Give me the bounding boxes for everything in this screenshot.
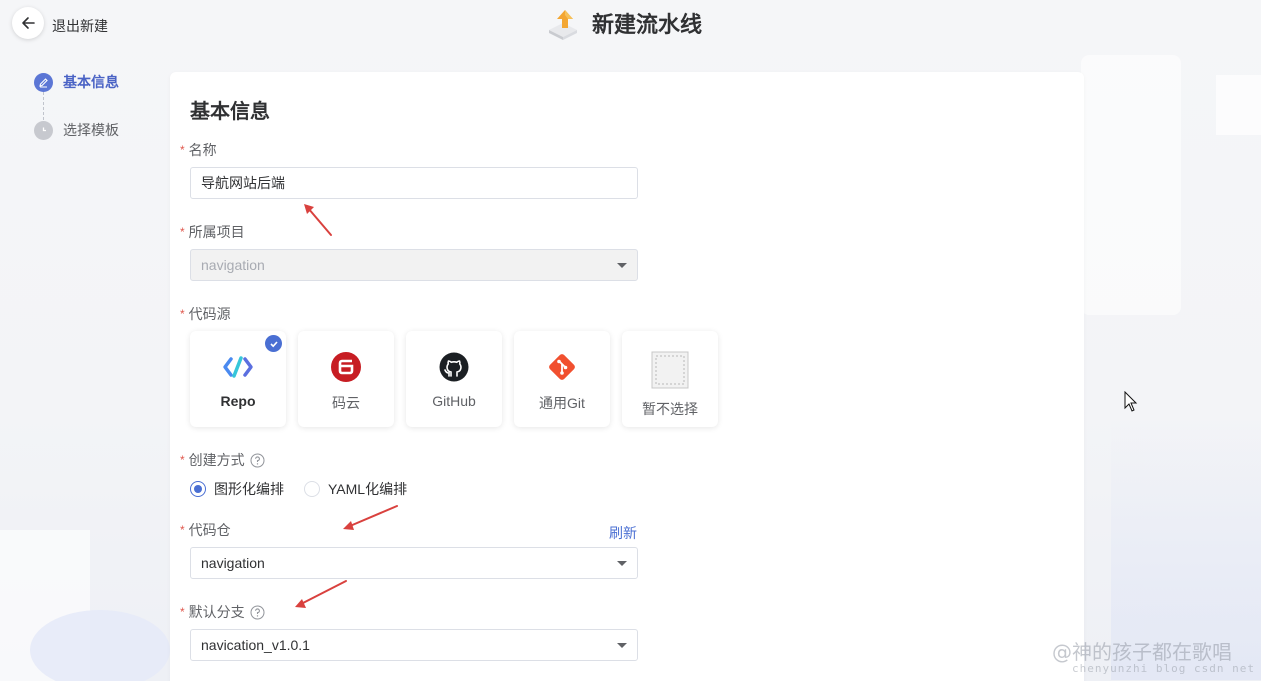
refresh-link[interactable]: 刷新 <box>609 523 637 543</box>
step-label: 选择模板 <box>63 122 119 138</box>
source-option-github[interactable]: GitHub <box>406 331 502 427</box>
background-decoration <box>1081 55 1181 315</box>
gitee-icon <box>331 352 361 382</box>
mouse-cursor-icon <box>1124 391 1138 412</box>
required-mark: * <box>180 605 185 619</box>
form-card: 基本信息 * 名称 导航网站后端 * 所属项目 navigation * 代码源… <box>170 72 1084 681</box>
background-decoration <box>0 530 90 681</box>
steps-nav: 基本信息 选择模板 <box>34 72 119 140</box>
back-button[interactable] <box>12 7 44 39</box>
source-option-none[interactable]: 暂不选择 <box>622 331 718 427</box>
name-input[interactable]: 导航网站后端 <box>190 167 638 199</box>
required-mark: * <box>180 453 185 467</box>
clock-icon <box>34 120 53 140</box>
required-mark: * <box>180 523 185 537</box>
none-icon <box>651 351 689 389</box>
step-basic-info[interactable]: 基本信息 <box>34 72 119 92</box>
step-connector <box>43 92 44 120</box>
back-label[interactable]: 退出新建 <box>52 16 108 36</box>
radio-button[interactable] <box>190 481 206 497</box>
watermark-sub: chenyunzhi blog csdn net <box>1072 662 1255 675</box>
repo-label: * 代码仓 <box>180 522 231 538</box>
section-title: 基本信息 <box>190 101 270 123</box>
project-select[interactable]: navigation <box>190 249 638 281</box>
radio-graphical[interactable]: 图形化编排 <box>190 479 284 499</box>
background-decoration <box>30 610 170 681</box>
branch-select[interactable]: navication_v1.0.1 <box>190 629 638 661</box>
github-icon <box>439 352 469 382</box>
pipeline-logo-icon <box>549 10 577 40</box>
step-label: 基本信息 <box>63 74 119 90</box>
create-mode-label: * 创建方式 <box>180 450 265 470</box>
required-mark: * <box>180 307 185 321</box>
page-title: 新建流水线 <box>592 12 703 37</box>
source-options: Repo 码云 GitHub 通用Git 暂不选择 <box>190 331 718 427</box>
check-icon <box>265 335 282 352</box>
watermark: @神的孩子都在歌唱 <box>1052 640 1232 664</box>
repo-icon <box>223 356 253 378</box>
source-label: * 代码源 <box>180 306 231 322</box>
name-label: * 名称 <box>180 142 217 158</box>
repo-select[interactable]: navigation <box>190 547 638 579</box>
edit-icon <box>34 72 53 92</box>
radio-yaml[interactable]: YAML化编排 <box>304 479 407 499</box>
arrow-left-icon <box>22 17 35 29</box>
radio-button[interactable] <box>304 481 320 497</box>
page-header: 新建流水线 <box>546 6 702 40</box>
step-select-template[interactable]: 选择模板 <box>34 120 119 140</box>
branch-label: * 默认分支 <box>180 602 265 622</box>
create-mode-radio-group: 图形化编排 YAML化编排 <box>190 479 407 499</box>
git-icon <box>549 354 575 380</box>
required-mark: * <box>180 225 185 239</box>
source-option-repo[interactable]: Repo <box>190 331 286 427</box>
caret-down-icon <box>617 642 627 648</box>
background-decoration <box>1216 75 1261 135</box>
project-label: * 所属项目 <box>180 224 245 240</box>
required-mark: * <box>180 143 185 157</box>
caret-down-icon <box>617 560 627 566</box>
help-icon[interactable] <box>250 605 265 620</box>
help-icon[interactable] <box>250 453 265 468</box>
source-option-git[interactable]: 通用Git <box>514 331 610 427</box>
source-option-gitee[interactable]: 码云 <box>298 331 394 427</box>
caret-down-icon <box>617 262 627 268</box>
